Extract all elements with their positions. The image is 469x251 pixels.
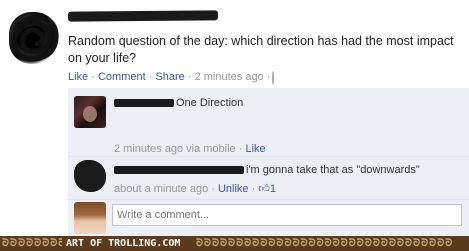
thumbs-up-icon[interactable]: 👍︎ <box>258 182 270 195</box>
comments-section: One Direction 2 minutes ago via mobile ·… <box>68 88 469 251</box>
comment-like-count[interactable]: 1 <box>270 183 276 195</box>
comment-meta: 2 minutes ago via mobile · Like <box>114 143 266 155</box>
comment-divider <box>68 156 469 157</box>
redacted-author-name <box>67 10 219 22</box>
post-actions: Like · Comment · Share · 2 minutes ago · <box>68 71 275 85</box>
share-link[interactable]: Share <box>155 71 184 83</box>
comment-link[interactable]: Comment <box>98 71 146 83</box>
comment-divider <box>68 199 469 200</box>
comment-timestamp[interactable]: about a minute ago <box>114 183 208 195</box>
comment-text: i'm gonna take that as "downwards" <box>246 164 420 176</box>
comment-like-link[interactable]: Like <box>245 143 265 155</box>
redacted-commenter-name <box>114 166 244 174</box>
comment-avatar[interactable] <box>74 160 106 192</box>
watermark-text: ART OF TROLLING.COM <box>66 238 181 249</box>
author-avatar[interactable] <box>9 12 61 64</box>
comment-unlike-link[interactable]: Unlike <box>218 183 249 195</box>
comment-avatar[interactable] <box>74 96 106 128</box>
redacted-commenter-name <box>114 99 174 107</box>
watermark-footer: ᘐᘐᘐᘐᘐᘐᘐᘐ ART OF TROLLING.COM ᘐᘐᘐᘐᘐᘐᘐᘐᘐᘐᘐ… <box>0 236 469 251</box>
post-status-text: Random question of the day: which direct… <box>68 34 454 65</box>
composer-avatar <box>74 202 106 234</box>
like-link[interactable]: Like <box>68 71 88 83</box>
privacy-globe-icon[interactable] <box>272 71 275 85</box>
comment-text: One Direction <box>176 97 244 109</box>
comment-meta: about a minute ago · Unlike · 👍︎1 <box>114 182 276 195</box>
comment-timestamp[interactable]: 2 minutes ago via mobile <box>114 143 236 155</box>
footer-pattern-left: ᘐᘐᘐᘐᘐᘐᘐᘐ <box>2 238 62 249</box>
write-comment-input[interactable] <box>112 204 462 226</box>
post-timestamp[interactable]: 2 minutes ago <box>195 71 264 83</box>
footer-pattern-right: ᘐᘐᘐᘐᘐᘐᘐᘐᘐᘐᘐᘐᘐᘐᘐᘐᘐᘐᘐᘐᘐᘐᘐᘐᘐᘐᘐᘐᘐᘐᘐᘐ <box>196 238 454 249</box>
